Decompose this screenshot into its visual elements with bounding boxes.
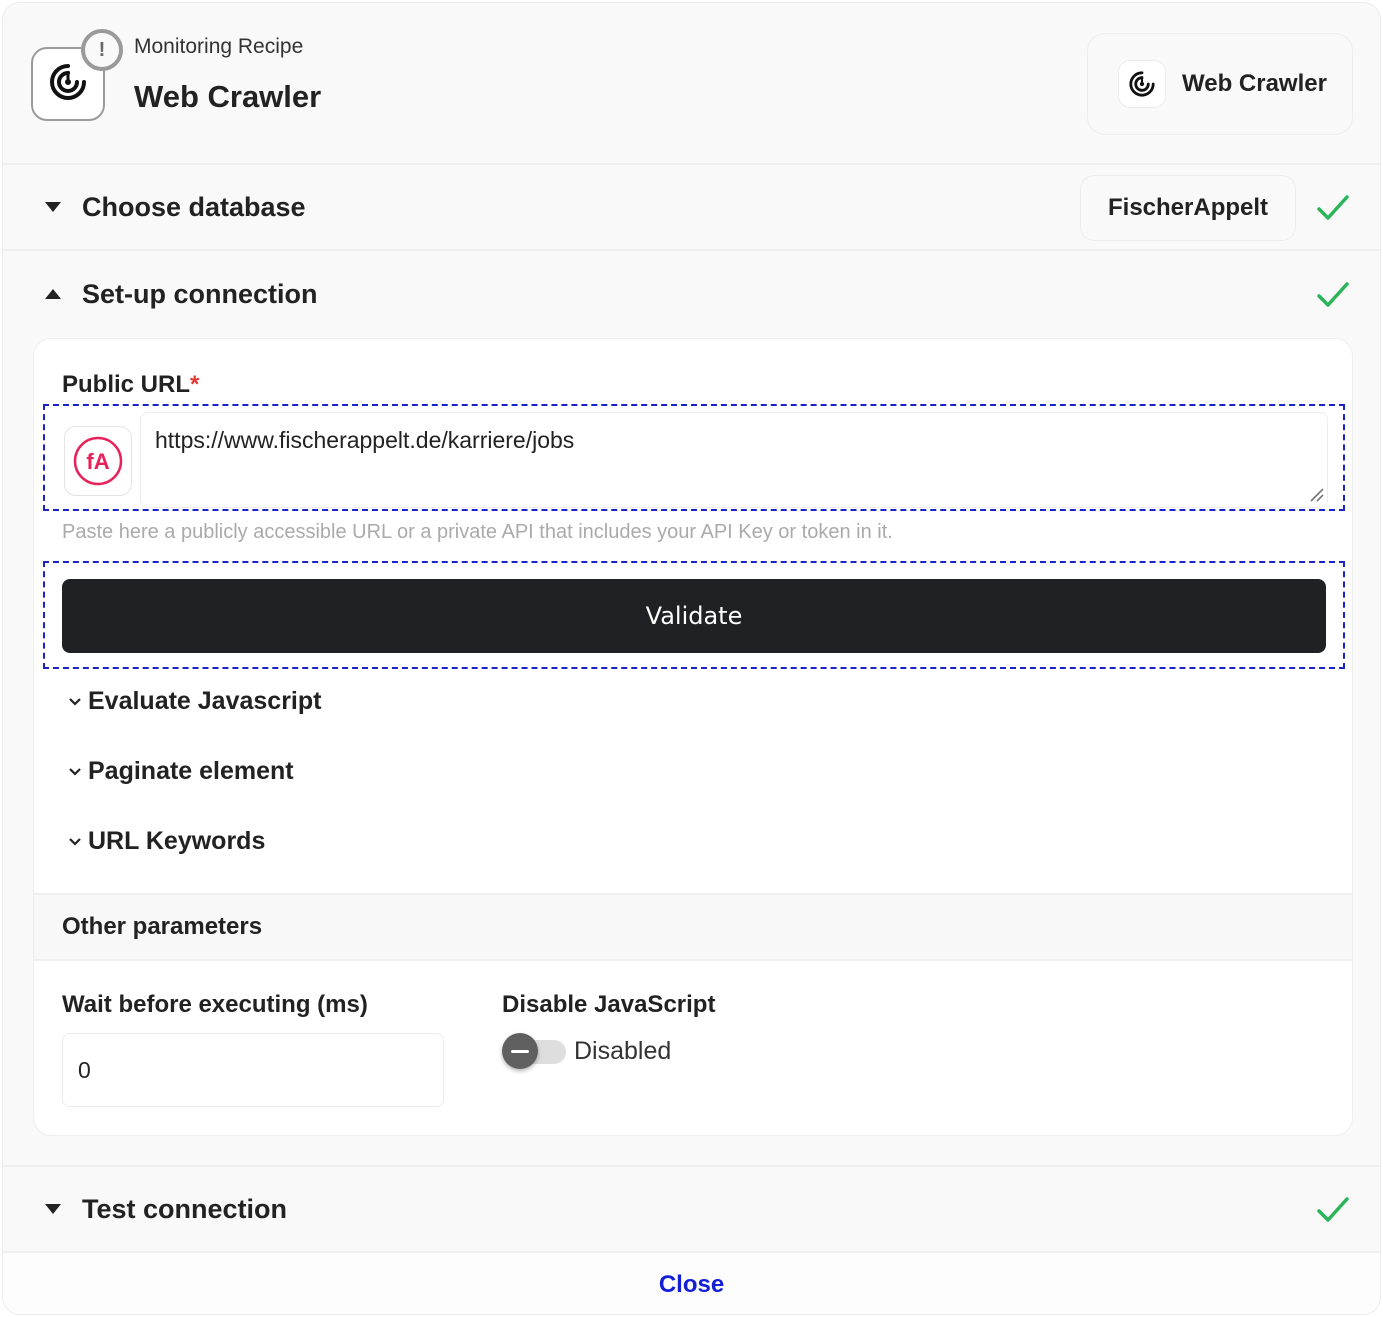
chevron-down-icon[interactable] (66, 693, 84, 711)
caret-down-icon[interactable] (43, 197, 63, 217)
other-parameters-title: Other parameters (62, 913, 263, 940)
url-field-focus-outline: fA (43, 404, 1345, 511)
warning-badge: ! (81, 29, 123, 71)
subsection-label[interactable]: Evaluate Javascript (88, 687, 321, 716)
toggle-knob[interactable] (502, 1033, 538, 1069)
subsection-paginate-element[interactable]: Paginate element (66, 757, 294, 786)
modal-header: ! Monitoring Recipe Web Crawler Web Craw… (3, 3, 1380, 165)
caret-down-icon[interactable] (43, 1199, 63, 1219)
subsection-label[interactable]: Paginate element (88, 757, 294, 786)
subsection-label[interactable]: URL Keywords (88, 827, 265, 856)
required-marker: * (190, 371, 200, 398)
integration-chip-label: Web Crawler (1182, 70, 1327, 97)
exclamation-icon: ! (98, 38, 106, 61)
chevron-down-icon[interactable] (66, 763, 84, 781)
svg-text:fA: fA (86, 449, 109, 474)
minus-icon (511, 1049, 529, 1053)
validate-button[interactable]: Validate (62, 579, 1326, 653)
setup-connection-panel: Public URL* fA Paste here a publicly acc… (33, 338, 1353, 1136)
subsection-url-keywords[interactable]: URL Keywords (66, 827, 265, 856)
disable-javascript-toggle[interactable]: Disabled (502, 1033, 671, 1069)
validate-focus-outline: Validate (43, 561, 1345, 669)
page-title: Web Crawler (134, 79, 322, 114)
wait-before-executing-input[interactable] (62, 1033, 444, 1107)
radar-icon (1118, 60, 1166, 108)
site-favicon: fA (64, 426, 132, 496)
other-parameters-header: Other parameters (34, 893, 1352, 961)
subsection-evaluate-javascript[interactable]: Evaluate Javascript (66, 687, 321, 716)
url-helper-text: Paste here a publicly accessible URL or … (62, 521, 893, 543)
integration-chip: Web Crawler (1087, 33, 1353, 135)
check-icon (1313, 1189, 1353, 1229)
modal-footer: Close (3, 1251, 1380, 1314)
recipe-modal: ! Monitoring Recipe Web Crawler Web Craw… (2, 2, 1381, 1315)
section-title[interactable]: Set-up connection (82, 279, 318, 310)
radar-icon (48, 62, 88, 107)
check-icon (1313, 274, 1353, 314)
fischerappelt-logo-icon: fA (73, 436, 123, 486)
toggle-switch[interactable] (502, 1033, 566, 1069)
public-url-label: Public URL* (62, 371, 199, 399)
disable-javascript-label: Disable JavaScript (502, 991, 716, 1018)
resize-handle-icon[interactable] (1309, 487, 1325, 503)
section-title[interactable]: Choose database (82, 192, 306, 223)
check-icon (1313, 187, 1353, 227)
section-title[interactable]: Test connection (82, 1194, 287, 1225)
close-button[interactable]: Close (659, 1271, 724, 1299)
public-url-input[interactable] (140, 412, 1328, 508)
caret-up-icon[interactable] (43, 284, 63, 304)
public-url-label-text: Public URL (62, 371, 191, 398)
chevron-down-icon[interactable] (66, 833, 84, 851)
wait-before-executing-label: Wait before executing (ms) (62, 991, 368, 1018)
section-test-connection[interactable]: Test connection (3, 1165, 1380, 1251)
section-setup-connection[interactable]: Set-up connection (3, 251, 1380, 337)
selected-database-chip[interactable]: FischerAppelt (1080, 175, 1296, 241)
toggle-state-text: Disabled (574, 1036, 672, 1065)
header-subtitle: Monitoring Recipe (134, 35, 304, 58)
section-choose-database[interactable]: Choose database FischerAppelt (3, 165, 1380, 251)
